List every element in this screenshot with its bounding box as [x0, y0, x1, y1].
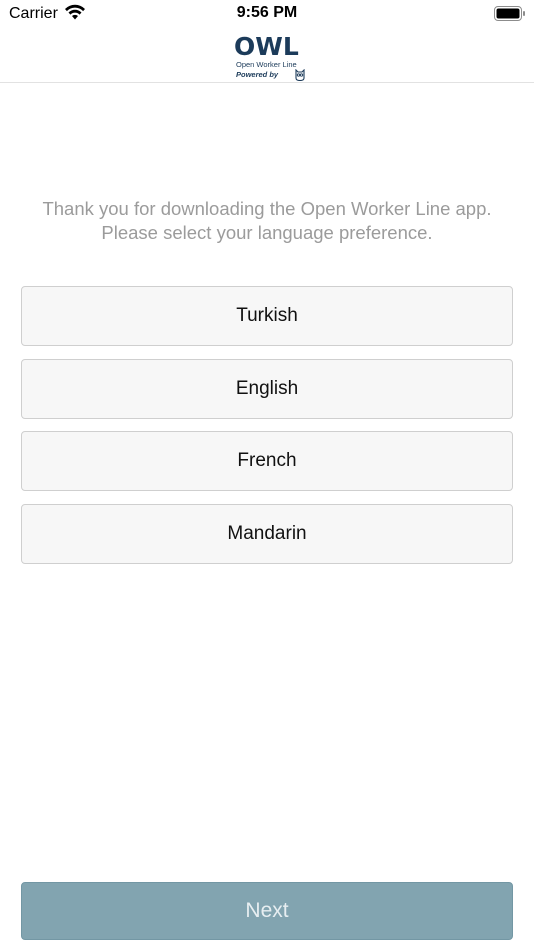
owl-logo: OWL Open Worker Line Powered by: [234, 32, 308, 82]
logo-wordmark: OWL: [234, 32, 299, 61]
language-option-english[interactable]: English: [21, 358, 513, 419]
language-list: Turkish English French Mandarin: [21, 286, 513, 576]
intro-instruction: Please select your language preference.: [101, 222, 433, 243]
language-option-turkish[interactable]: Turkish: [21, 286, 513, 346]
language-option-french[interactable]: French: [21, 431, 513, 491]
owl-icon: [295, 69, 305, 81]
logo-subtitle: Open Worker Line: [236, 60, 297, 69]
next-button[interactable]: Next: [21, 882, 513, 940]
clock: 9:56 PM: [236, 4, 298, 21]
intro-text: Thank you for downloading the Open Worke…: [30, 197, 504, 245]
battery-icon: [494, 6, 525, 21]
app-header: OWL Open Worker Line Powered by: [0, 30, 534, 83]
language-option-mandarin[interactable]: Mandarin: [21, 503, 513, 564]
status-bar: Carrier 9:56 PM: [0, 0, 534, 28]
logo-powered-by: Powered by: [236, 70, 279, 79]
intro-thank-you: Thank you for downloading the Open Worke…: [42, 198, 492, 219]
